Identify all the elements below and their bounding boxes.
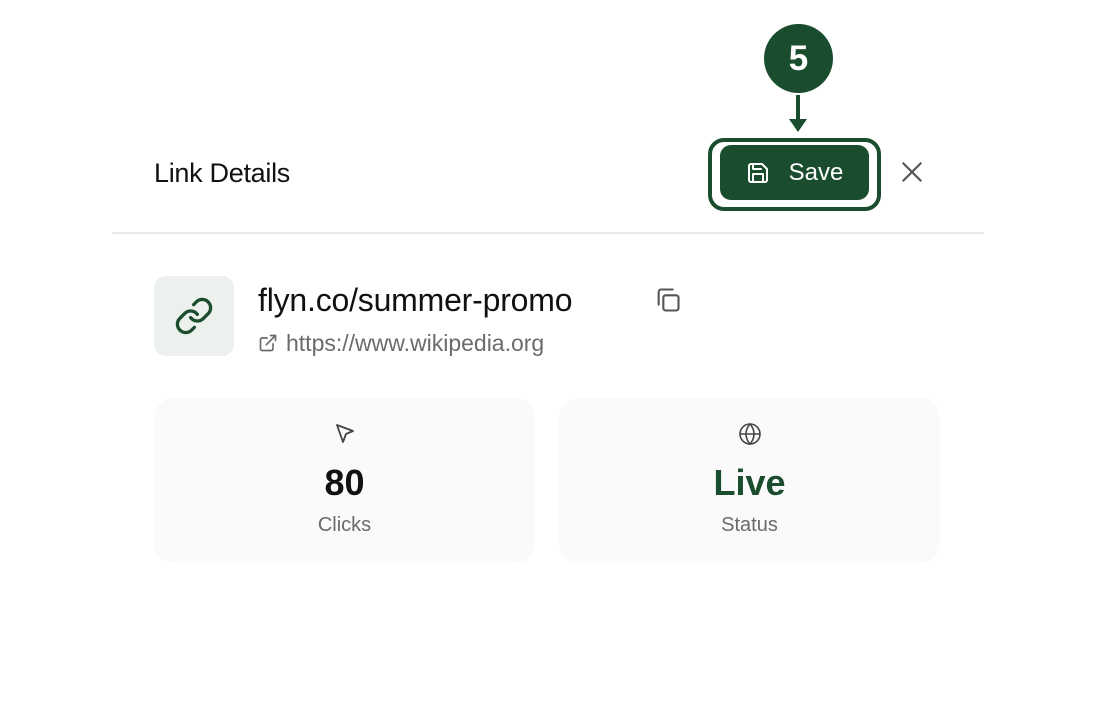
save-button[interactable]: Save (720, 145, 869, 200)
page-title: Link Details (154, 158, 290, 188)
link-icon-tile (154, 276, 234, 356)
clicks-value: 80 (324, 462, 365, 503)
close-icon (902, 162, 922, 182)
short-url: flyn.co/summer-promo (258, 282, 573, 318)
destination-url-link[interactable]: https://www.wikipedia.org (286, 329, 544, 357)
close-button[interactable] (896, 156, 928, 188)
floppy-disk-icon (746, 161, 770, 185)
step-marker-badge: 5 (764, 24, 833, 93)
step-marker-arrow-icon (789, 95, 807, 132)
clicks-stat-card: 80 Clicks (154, 398, 535, 563)
copy-button[interactable] (652, 284, 684, 316)
status-label: Status (721, 514, 778, 536)
link-details-panel: 5 Link Details Save flyn.co/summer-promo (0, 0, 1096, 704)
link-chain-icon (175, 297, 213, 335)
copy-icon (657, 288, 680, 312)
clicks-label: Clicks (317, 514, 372, 536)
globe-icon (738, 422, 761, 446)
status-stat-card: Live Status (559, 398, 940, 563)
cursor-pointer-icon (335, 424, 354, 443)
status-value: Live (713, 462, 786, 503)
external-link-icon (258, 333, 278, 353)
save-button-label: Save (788, 158, 844, 186)
header-divider (112, 232, 984, 234)
